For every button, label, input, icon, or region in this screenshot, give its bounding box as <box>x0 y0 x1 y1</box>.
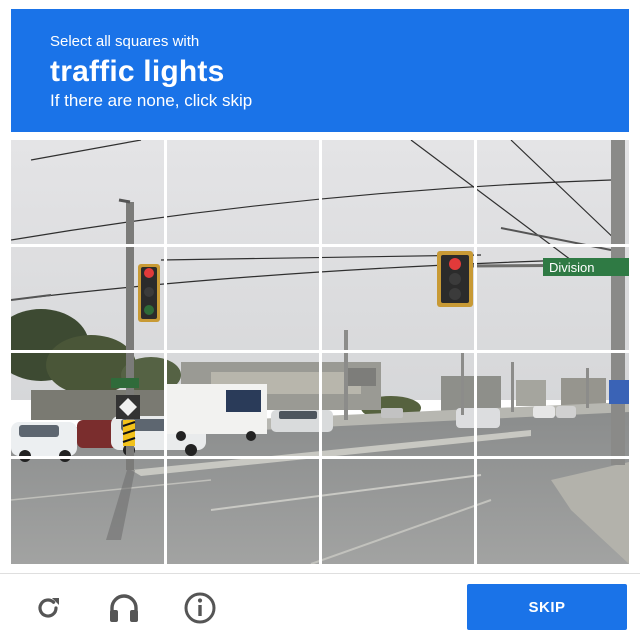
recaptcha-challenge: Select all squares with traffic lights I… <box>0 0 640 640</box>
reload-button[interactable] <box>30 590 66 626</box>
target-object-text: traffic lights <box>50 55 225 88</box>
grid-tile-2-0[interactable] <box>11 352 166 458</box>
grid-tile-3-3[interactable] <box>475 458 630 564</box>
headphones-icon <box>110 594 138 622</box>
grid-tile-3-2[interactable] <box>320 458 475 564</box>
grid-tile-1-0[interactable] <box>11 246 166 352</box>
challenge-footer: SKIP <box>0 573 640 640</box>
challenge-header: Select all squares with traffic lights I… <box>11 9 629 132</box>
grid-tile-1-1[interactable] <box>166 246 321 352</box>
audio-challenge-button[interactable] <box>106 590 142 626</box>
grid-tile-0-3[interactable] <box>475 140 630 246</box>
hint-text: If there are none, click skip <box>50 91 253 110</box>
grid-tile-0-1[interactable] <box>166 140 321 246</box>
grid-line <box>11 350 629 353</box>
grid-tile-0-2[interactable] <box>320 140 475 246</box>
info-icon <box>184 592 216 624</box>
grid-tile-2-3[interactable] <box>475 352 630 458</box>
grid-tile-0-0[interactable] <box>11 140 166 246</box>
skip-button[interactable]: SKIP <box>467 584 627 630</box>
grid-tile-3-1[interactable] <box>166 458 321 564</box>
grid-tile-3-0[interactable] <box>11 458 166 564</box>
grid-line <box>11 456 629 459</box>
image-grid: Division <box>11 140 629 564</box>
instruction-text: Select all squares with <box>50 33 200 50</box>
reload-icon <box>38 598 59 618</box>
grid-line <box>11 244 629 247</box>
grid-tile-2-1[interactable] <box>166 352 321 458</box>
grid-tile-1-2[interactable] <box>320 246 475 352</box>
grid-tile-1-3[interactable] <box>475 246 630 352</box>
info-button[interactable] <box>182 590 218 626</box>
grid-tile-2-2[interactable] <box>320 352 475 458</box>
